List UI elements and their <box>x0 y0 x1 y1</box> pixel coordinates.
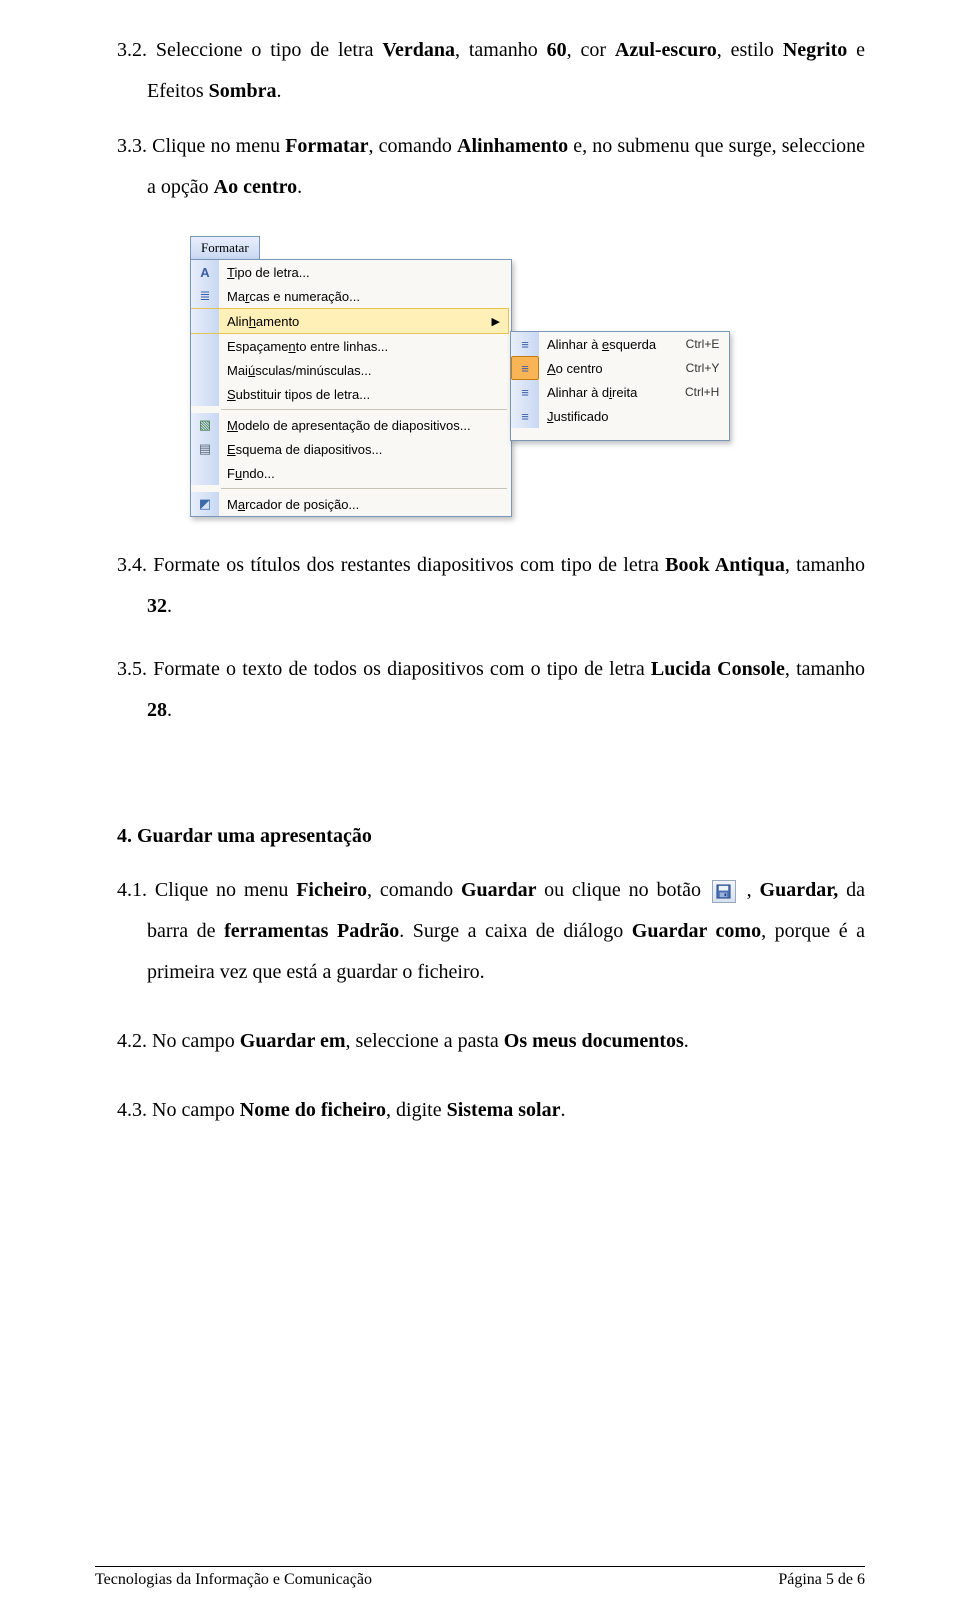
align-center-icon: ≡ <box>511 356 539 380</box>
text: , <box>739 879 760 901</box>
text-bold: 28 <box>147 699 167 721</box>
menu-item-alinhamento[interactable]: Alinhamento ▶ <box>191 308 509 334</box>
footer-left: Tecnologias da Informação e Comunicação <box>95 1571 372 1589</box>
text-bold: Os meus documentos <box>504 1030 684 1052</box>
save-icon[interactable] <box>712 880 736 903</box>
submenu-arrow-icon: ▶ <box>492 315 508 328</box>
shortcut-label: Ctrl+Y <box>686 361 730 375</box>
text: . <box>276 80 281 102</box>
menu-separator <box>221 409 507 410</box>
text-bold: Negrito <box>783 39 847 61</box>
paragraph-4-1: 4.1. Clique no menu Ficheiro, comando Gu… <box>95 870 865 993</box>
submenu-item-align-right[interactable]: ≡ Alinhar à direita Ctrl+H <box>511 380 729 404</box>
menu-item-label: ipo de letra... <box>234 265 309 280</box>
text-bold: Sombra <box>209 80 277 102</box>
paragraph-4-2: 4.2. No campo Guardar em, seleccione a p… <box>95 1021 865 1062</box>
menu-item-fundo[interactable]: Fundo... <box>191 461 511 485</box>
text-bold: Guardar, <box>760 879 847 901</box>
shortcut-label: Ctrl+E <box>686 337 730 351</box>
align-left-icon: ≡ <box>511 332 539 356</box>
text-bold: Sistema solar <box>447 1099 561 1121</box>
shortcut-label: Ctrl+H <box>685 385 729 399</box>
heading-4: 4. Guardar uma apresentação <box>117 825 865 848</box>
menu-tab-formatar[interactable]: Formatar <box>190 236 260 260</box>
text: , seleccione a pasta <box>346 1030 504 1052</box>
text: , cor <box>567 39 615 61</box>
text: 3.2. Seleccione o tipo de letra <box>117 39 382 61</box>
text: , estilo <box>717 39 783 61</box>
blank-icon <box>191 358 219 382</box>
text: . <box>684 1030 689 1052</box>
menu-screenshot: Formatar A Tipo de letra... ≣ Marcas e n… <box>190 236 865 517</box>
text: 4.3. No campo <box>117 1099 240 1121</box>
text: 4.2. No campo <box>117 1030 240 1052</box>
text: . <box>560 1099 565 1121</box>
blank-icon <box>191 334 219 358</box>
text-bold: Verdana <box>382 39 455 61</box>
text: 3.5. Formate o texto de todos os diaposi… <box>117 658 651 680</box>
text: . <box>167 595 172 617</box>
text-bold: 32 <box>147 595 167 617</box>
menu-item-marcas[interactable]: ≣ Marcas e numeração... <box>191 284 511 308</box>
blank-icon <box>191 382 219 406</box>
font-icon: A <box>191 260 219 284</box>
menu-item-substituir[interactable]: Substituir tipos de letra... <box>191 382 511 406</box>
menu-item-esquema[interactable]: ▤ Esquema de diapositivos... <box>191 437 511 461</box>
document-page: 3.2. Seleccione o tipo de letra Verdana,… <box>0 0 960 1611</box>
text-bold: Guardar <box>461 879 544 901</box>
menu-item-marcador[interactable]: ◩ Marcador de posição... <box>191 492 511 516</box>
text-bold: Book Antiqua <box>665 554 785 576</box>
text-bold: Lucida Console <box>651 658 785 680</box>
text: . <box>167 699 172 721</box>
footer-rule <box>95 1566 865 1567</box>
align-justify-icon: ≡ <box>511 404 539 428</box>
submenu-item-justify[interactable]: ≡ Justificado <box>511 404 729 428</box>
paragraph-4-3: 4.3. No campo Nome do ficheiro, digite S… <box>95 1090 865 1131</box>
text: ou clique no botão <box>544 879 709 901</box>
slide-layout-icon: ▤ <box>191 437 219 461</box>
text: , tamanho <box>785 658 865 680</box>
menu-item-espacamento[interactable]: Espaçamento entre linhas... <box>191 334 511 358</box>
text-bold: Guardar em <box>240 1030 346 1052</box>
text: , comando <box>367 879 461 901</box>
text-bold: Nome do ficheiro <box>240 1099 386 1121</box>
menu-item-tipo-de-letra[interactable]: A Tipo de letra... <box>191 260 511 284</box>
footer-right: Página 5 de 6 <box>778 1571 865 1589</box>
slide-design-icon: ▧ <box>191 413 219 437</box>
text: , comando <box>369 135 458 157</box>
text-bold: ferramentas Padrão <box>224 920 399 942</box>
paragraph-3-3: 3.3. Clique no menu Formatar, comando Al… <box>95 126 865 208</box>
text: , digite <box>386 1099 447 1121</box>
menu-item-modelo[interactable]: ▧ Modelo de apresentação de diapositivos… <box>191 413 511 437</box>
blank-icon <box>191 461 219 485</box>
menu-separator <box>221 488 507 489</box>
text-bold: Guardar como <box>632 920 761 942</box>
page-footer: Tecnologias da Informação e Comunicação … <box>95 1566 865 1589</box>
align-right-icon: ≡ <box>511 380 539 404</box>
text: 3.4. Formate os títulos dos restantes di… <box>117 554 665 576</box>
text-bold: Alinhamento <box>457 135 568 157</box>
text: , tamanho <box>785 554 865 576</box>
menu-panel-submenu: ≡ Alinhar à esquerda Ctrl+E ≡ Ao centro … <box>510 331 730 441</box>
text-bold: Formatar <box>285 135 368 157</box>
menu-item-maiusculas[interactable]: Maiúsculas/minúsculas... <box>191 358 511 382</box>
text: 3.3. Clique no menu <box>117 135 285 157</box>
text: , tamanho <box>455 39 547 61</box>
text-bold: Ao centro <box>214 176 298 198</box>
paragraph-3-4: 3.4. Formate os títulos dos restantes di… <box>95 545 865 627</box>
submenu-item-align-left[interactable]: ≡ Alinhar à esquerda Ctrl+E <box>511 332 729 356</box>
menu-panel-main: A Tipo de letra... ≣ Marcas e numeração.… <box>190 259 512 517</box>
text-bold: Ficheiro <box>296 879 367 901</box>
text-bold: Azul-escuro <box>615 39 717 61</box>
paragraph-3-2: 3.2. Seleccione o tipo de letra Verdana,… <box>95 30 865 112</box>
submenu-item-align-center[interactable]: ≡ Ao centro Ctrl+Y <box>511 356 729 380</box>
blank-icon <box>191 309 219 333</box>
paragraph-3-5: 3.5. Formate o texto de todos os diaposi… <box>95 649 865 731</box>
text: . Surge a caixa de diálogo <box>399 920 632 942</box>
text-bold: 60 <box>547 39 567 61</box>
placeholder-icon: ◩ <box>191 492 219 516</box>
bullets-icon: ≣ <box>191 284 219 308</box>
text: . <box>297 176 302 198</box>
text: 4.1. Clique no menu <box>117 879 296 901</box>
